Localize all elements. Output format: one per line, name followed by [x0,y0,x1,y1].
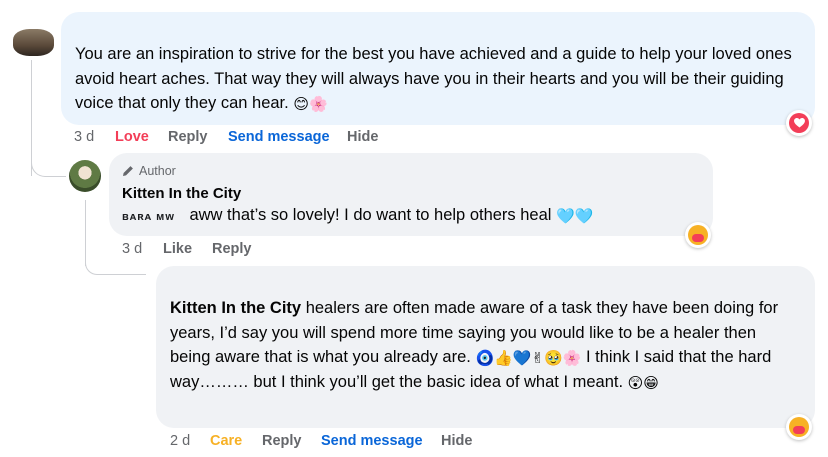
comment-bubble: You are an inspiration to strive for the… [61,12,815,125]
author-badge: Author [122,164,176,178]
thread-curve-reply2 [85,258,146,275]
hide-button[interactable]: Hide [441,433,472,449]
surprised-grin-emojis: 😲😁 [627,374,659,392]
comment-actions: 3 d Love Reply Send message Hide [0,129,828,147]
nested-reply-bubble: Kitten In the City healers are often mad… [156,266,815,428]
mixed-emojis: 🧿👍💙✌🥹🌸 [475,350,582,367]
reply-actions: 3 d Like Reply [0,241,828,259]
commenter-avatar[interactable] [13,29,54,56]
nested-reply-actions: 2 d Care Reply Send message Hide [0,433,828,451]
light-blue-hearts-emojis: 🩵🩵 [556,208,594,225]
nested-reply-text: Kitten In the City healers are often mad… [170,296,800,394]
reply-button[interactable]: Reply [212,241,252,257]
love-reaction-button[interactable]: Love [115,129,149,145]
timestamp[interactable]: 3 d [74,129,94,145]
thread-curve-reply1 [31,150,66,177]
send-message-button[interactable]: Send message [228,129,330,145]
care-reaction-button[interactable]: Care [210,433,242,449]
reply-body: aww that’s so lovely! I do want to help … [189,206,552,224]
nested-author-name[interactable]: Kitten In the City [170,299,301,317]
reply-button[interactable]: Reply [168,129,208,145]
timestamp[interactable]: 2 d [170,433,190,449]
hide-button[interactable]: Hide [347,129,378,145]
author-badge-label: Author [139,164,176,178]
comment-body: You are an inspiration to strive for the… [75,45,792,112]
reply-button[interactable]: Reply [262,433,302,449]
mention-tag[interactable]: ʙᴀʀᴀ ᴍᴡ [122,211,175,223]
send-message-button[interactable]: Send message [321,433,423,449]
pencil-icon [123,166,133,176]
reply-bubble: Author Kitten In the City ʙᴀʀᴀ ᴍᴡ aww th… [109,153,713,236]
reply-text-line: ʙᴀʀᴀ ᴍᴡ aww that’s so lovely! I do want … [122,203,593,230]
author-avatar[interactable] [69,160,101,192]
author-name[interactable]: Kitten In the City [122,185,241,202]
comment-text: You are an inspiration to strive for the… [75,42,811,116]
smile-flower-emojis: 😊🌸 [293,96,328,113]
like-button[interactable]: Like [163,241,192,257]
timestamp[interactable]: 3 d [122,241,142,257]
